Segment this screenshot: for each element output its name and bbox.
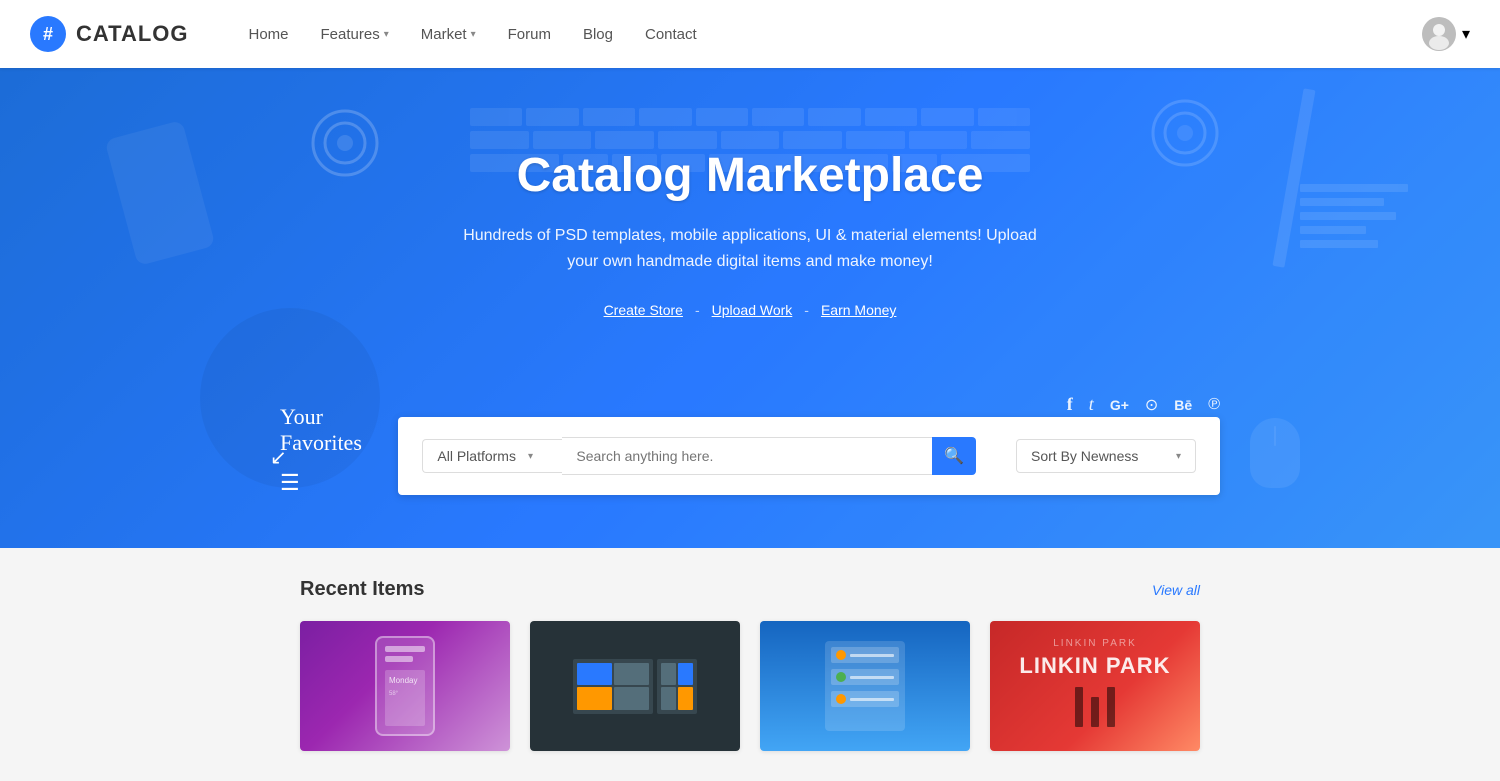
nav-blog[interactable]: Blog — [583, 26, 613, 43]
brand[interactable]: # CATALOG — [30, 16, 189, 52]
band-figures — [1075, 687, 1115, 727]
hero-subtitle: Hundreds of PSD templates, mobile applic… — [450, 223, 1050, 274]
music-mockup — [825, 641, 905, 731]
desktop-mockup-2 — [657, 659, 697, 714]
nav-home[interactable]: Home — [249, 26, 289, 43]
upload-work-link[interactable]: Upload Work — [712, 302, 793, 318]
music-line-1 — [850, 654, 894, 657]
item-card-2[interactable] — [530, 621, 740, 751]
recent-header: Recent Items View all — [300, 578, 1200, 601]
item-card-3[interactable] — [760, 621, 970, 751]
separator-2: - — [804, 302, 809, 318]
hero-content: Catalog Marketplace Hundreds of PSD temp… — [0, 68, 1500, 394]
favorites-text: Your Favorites ↙ — [280, 404, 398, 456]
pinterest-icon[interactable]: ℗ — [1208, 396, 1220, 414]
market-chevron-icon: ▾ — [471, 29, 476, 40]
hero-bottom: Your Favorites ↙ ☰ All Platforms ▾ 🔍 Sor… — [0, 404, 1500, 515]
music-row-2 — [831, 669, 899, 685]
nav-market[interactable]: Market ▾ — [421, 26, 476, 43]
earn-money-link[interactable]: Earn Money — [821, 302, 896, 318]
hero-cta-links: Create Store - Upload Work - Earn Money — [604, 302, 897, 318]
favorites-arrow-icon: ↙ — [270, 445, 287, 470]
panel-3 — [577, 687, 612, 710]
music-line-2 — [850, 676, 894, 679]
panel-5 — [661, 663, 676, 686]
create-store-link[interactable]: Create Store — [604, 302, 683, 318]
music-line-3 — [850, 698, 894, 701]
platform-dropdown[interactable]: All Platforms ▾ — [422, 439, 562, 473]
separator-1: - — [695, 302, 700, 318]
social-icons: f t G+ ⊙ Bē ℗ — [1067, 394, 1220, 415]
band-text: LINKIN PARK — [1019, 653, 1170, 679]
avatar — [1422, 17, 1456, 51]
search-icon: 🔍 — [944, 446, 964, 466]
panel-6 — [678, 663, 693, 686]
hero-section: Catalog Marketplace Hundreds of PSD temp… — [0, 68, 1500, 548]
behance-icon[interactable]: Bē — [1174, 397, 1192, 413]
twitter-icon[interactable]: t — [1089, 394, 1094, 415]
music-icon-1 — [836, 650, 846, 660]
music-icon-2 — [836, 672, 846, 682]
band-label: LINKIN PARK — [1053, 638, 1137, 649]
item-thumb-4: LINKIN PARK LINKIN PARK — [990, 621, 1200, 751]
left-controls: Your Favorites ↙ ☰ — [280, 404, 398, 495]
item-thumb-2 — [530, 621, 740, 751]
content-area: Recent Items View all Monday 58° — [0, 548, 1500, 781]
navbar: # CATALOG Home Features ▾ Market ▾ Forum… — [0, 0, 1500, 68]
facebook-icon[interactable]: f — [1067, 394, 1073, 415]
screen-content: Monday 58° — [385, 670, 425, 726]
nav-contact[interactable]: Contact — [645, 26, 697, 43]
desktop-mockup — [573, 659, 653, 714]
phone-mockup: Monday 58° — [375, 636, 435, 736]
hero-title: Catalog Marketplace — [517, 148, 984, 203]
search-container: All Platforms ▾ 🔍 Sort By Newness ▾ — [398, 417, 1220, 495]
screen-line — [385, 646, 425, 652]
sort-chevron-icon: ▾ — [1176, 451, 1181, 462]
panel-4 — [614, 687, 649, 710]
item-thumb-3 — [760, 621, 970, 751]
dribbble-icon[interactable]: ⊙ — [1145, 395, 1158, 415]
google-plus-icon[interactable]: G+ — [1110, 397, 1129, 413]
user-menu[interactable]: ▾ — [1422, 17, 1470, 51]
panel-2 — [614, 663, 649, 686]
nav-features[interactable]: Features ▾ — [321, 26, 389, 43]
nav-links: Home Features ▾ Market ▾ Forum Blog Cont… — [249, 26, 1422, 43]
item-card-4[interactable]: LINKIN PARK LINKIN PARK — [990, 621, 1200, 751]
item-thumb-1: Monday 58° — [300, 621, 510, 751]
music-icon-3 — [836, 694, 846, 704]
features-chevron-icon: ▾ — [384, 29, 389, 40]
platform-chevron-icon: ▾ — [528, 451, 533, 462]
items-grid: Monday 58° — [300, 621, 1200, 751]
search-button[interactable]: 🔍 — [932, 437, 976, 475]
recent-title: Recent Items — [300, 578, 425, 601]
hamburger-icon[interactable]: ☰ — [280, 470, 300, 495]
brand-name: CATALOG — [76, 21, 189, 47]
music-row-3 — [831, 691, 899, 707]
music-row-1 — [831, 647, 899, 663]
view-all-link[interactable]: View all — [1152, 582, 1200, 598]
search-input[interactable] — [562, 437, 932, 475]
panel-1 — [577, 663, 612, 686]
brand-icon: # — [30, 16, 66, 52]
item-card-1[interactable]: Monday 58° — [300, 621, 510, 751]
panel-8 — [678, 687, 693, 710]
panel-7 — [661, 687, 676, 710]
sort-dropdown[interactable]: Sort By Newness ▾ — [1016, 439, 1196, 473]
screen-line — [385, 656, 413, 662]
user-chevron-icon: ▾ — [1462, 24, 1470, 44]
nav-forum[interactable]: Forum — [508, 26, 551, 43]
